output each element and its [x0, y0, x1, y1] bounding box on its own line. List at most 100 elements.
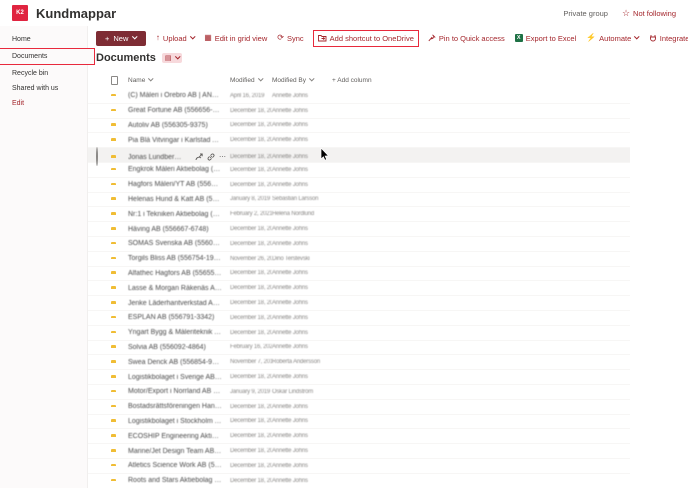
file-name-link[interactable]: Roots and Stars Aktiebolag (556938-9685) [128, 477, 230, 484]
table-row[interactable]: Bostadsrättsföreningen Hanefjorden (7696… [88, 400, 630, 415]
export-excel-button[interactable]: X Export to Excel [514, 34, 576, 43]
modified-cell: February 16, 2022 [230, 344, 272, 351]
file-name-link[interactable]: Solvia AB (556092-4864) [128, 344, 230, 351]
table-row[interactable]: Engkrok Måleri Aktiebolag (556727-4905) … [88, 163, 630, 178]
integrate-button[interactable]: Integrate [649, 34, 688, 43]
modified-by-cell: Annette Johns [272, 166, 308, 173]
table-row[interactable]: ECOSHIP Engineering Aktiebolag (556573-4… [88, 429, 630, 445]
table-row[interactable]: Lasse & Morgan Råkenäs AB (556712-6748) … [88, 281, 630, 297]
file-name-link[interactable]: SOMAS Svenska AB (556098-5782) [128, 240, 230, 247]
file-name-link[interactable]: ESPLAN AB (556791-3342) [128, 314, 230, 321]
table-row[interactable]: Häving AB (556667-6748) December 18, 201… [88, 222, 630, 237]
file-name-link[interactable]: Marine/Jet Design Team AB (556263-7288) [128, 448, 230, 455]
file-name-link[interactable]: Lasse & Morgan Råkenäs AB (556712-6748) [128, 285, 230, 292]
table-row[interactable]: Solvia AB (556092-4864) February 16, 202… [88, 341, 630, 356]
table-row[interactable]: ESPLAN AB (556791-3342) December 18, 201… [88, 311, 630, 326]
automate-button[interactable]: ⚡ Automate [586, 34, 640, 43]
add-column-button[interactable]: + Add column [332, 77, 630, 84]
privacy-label: Private group [563, 8, 608, 18]
file-name-link[interactable]: Jenke Läderhantverkstad AB (556735-9577) [128, 300, 230, 307]
library-selector-badge[interactable]: ▤ [161, 53, 183, 63]
table-row[interactable]: Jenke Läderhantverkstad AB (556735-9577)… [88, 296, 630, 311]
sidebar-item-shared-with-us[interactable]: Shared with us [0, 81, 87, 96]
table-row[interactable]: Autoliv AB (556305-9375) December 18, 20… [88, 119, 630, 134]
file-name-link[interactable]: Logistikbolaget i Stockholm AB (556212-7… [128, 418, 230, 425]
file-name-link[interactable]: Hagfors Måleri/YT AB (556171-4649) [128, 181, 230, 188]
table-row[interactable]: Alfathec Hagfors AB (556556-4462) Decemb… [88, 267, 630, 282]
table-row[interactable]: Roots and Stars Aktiebolag (556938-9685)… [88, 474, 630, 488]
modified-cell: December 18, 2017 [230, 433, 272, 440]
table-row[interactable]: Swea Denck AB (556854-9649) November 7, … [88, 355, 630, 371]
edit-grid-view-button[interactable]: ▦ Edit in grid view [204, 34, 267, 43]
modified-by-cell: Sebastian Larsson [272, 196, 319, 203]
site-logo[interactable]: K2 [12, 5, 28, 21]
file-name-link[interactable]: Motor/Export i Norrland AB (556524-6350) [128, 388, 230, 395]
follow-button[interactable]: ☆ Not following [622, 8, 676, 18]
column-header-modified-by[interactable]: Modified By [272, 76, 332, 84]
share-icon[interactable] [195, 153, 203, 161]
table-row[interactable]: Hagfors Måleri/YT AB (556171-4649) Decem… [88, 178, 630, 193]
file-name-link[interactable]: Swea Denck AB (556854-9649) [128, 359, 230, 366]
modified-by-cell: Oskar Lindström [272, 388, 314, 395]
table-row[interactable]: (C) Måleri i Örebro AB | ANGRIG (1) Apri… [88, 89, 630, 104]
table-row[interactable]: Helenas Hund & Katt AB (556646-2532) Jan… [88, 193, 630, 208]
new-button[interactable]: + New [96, 30, 146, 46]
modified-cell: December 18, 2017 [230, 314, 272, 321]
folder-shortcut-icon [317, 34, 327, 42]
modified-cell: January 8, 2019 [230, 196, 271, 203]
file-name-link[interactable]: Great Fortune AB (556656-3055) [128, 107, 230, 114]
pin-quick-access-button[interactable]: Pin to Quick access [428, 34, 505, 43]
modified-by-cell: Roberta Andersson [272, 359, 320, 366]
upload-button[interactable]: ↑ Upload [156, 34, 195, 43]
main-content: + New ↑ Upload ▦ Edit in grid view ⟳ Syn… [88, 26, 688, 488]
file-name-link[interactable]: (C) Måleri i Örebro AB | ANGRIG (1) [128, 92, 230, 99]
file-name-link[interactable]: Yngart Bygg & Måleriteknik AB (556726-64… [128, 329, 230, 336]
modified-cell: December 18, 2017 [230, 418, 272, 425]
file-name-link[interactable]: Alfathec Hagfors AB (556556-4462) [128, 270, 230, 277]
copy-link-icon[interactable] [207, 153, 215, 161]
file-name-link[interactable]: Pia Blå Vitvingar i Karlstad Aktiebolag … [128, 137, 230, 144]
more-actions-icon[interactable]: ⋯ [219, 154, 226, 161]
row-select-checkbox[interactable] [96, 147, 98, 167]
add-shortcut-onedrive-button[interactable]: Add shortcut to OneDrive [317, 34, 414, 43]
table-row[interactable]: SOMAS Svenska AB (556098-5782) December … [88, 237, 630, 252]
column-header-modified[interactable]: Modified [230, 76, 272, 84]
table-row[interactable]: Jonas Lundberg Teknologi Aktiebolag (556… [88, 147, 630, 167]
modified-cell: February 2, 2021 [230, 211, 272, 218]
sidebar-item-edit[interactable]: Edit [0, 96, 87, 111]
modified-cell: December 18, 2017 [230, 477, 272, 484]
table-row[interactable]: Atletics Science Work AB (556736-4228) D… [88, 459, 630, 474]
table-row[interactable]: Motor/Export i Norrland AB (556524-6350)… [88, 385, 630, 400]
table-row[interactable]: Logistikbolaget i Stockholm AB (556212-7… [88, 415, 630, 430]
file-name-link[interactable]: Engkrok Måleri Aktiebolag (556727-4905) [128, 166, 230, 173]
file-name-link[interactable]: Atletics Science Work AB (556736-4228) [128, 462, 230, 469]
sidebar-item-home[interactable]: Home [0, 32, 87, 47]
modified-cell: December 18, 2017 [230, 154, 272, 161]
file-name-link[interactable]: Jonas Lundberg Teknologi Aktiebolag (556… [128, 154, 191, 161]
table-row[interactable]: Nr:1 i Tekniken Aktiebolag (556744-5681)… [88, 207, 630, 223]
sync-button[interactable]: ⟳ Sync [277, 34, 303, 43]
file-name-link[interactable]: Logistikbolaget i Sverige AB (556578-527… [128, 374, 230, 381]
annotation-box-add-shortcut: Add shortcut to OneDrive [312, 29, 419, 47]
select-all-checkbox[interactable] [111, 75, 118, 85]
modified-by-cell: Annette Johns [272, 122, 308, 129]
file-name-link[interactable]: Autoliv AB (556305-9375) [128, 122, 230, 129]
table-row[interactable]: Logistikbolaget i Sverige AB (556578-527… [88, 370, 630, 385]
sidebar-item-recycle-bin[interactable]: Recycle bin [0, 66, 87, 81]
file-name-link[interactable]: ECOSHIP Engineering Aktiebolag (556573-4… [128, 433, 230, 440]
table-row[interactable]: Torgils Bliss AB (556754-1962) November … [88, 252, 630, 267]
table-row[interactable]: Great Fortune AB (556656-3055) December … [88, 104, 630, 119]
table-row[interactable]: Pia Blå Vitvingar i Karlstad Aktiebolag … [88, 133, 630, 149]
file-name-link[interactable]: Nr:1 i Tekniken Aktiebolag (556744-5681) [128, 211, 230, 218]
sidebar-item-documents[interactable]: Documents [0, 48, 95, 65]
table-row[interactable]: Yngart Bygg & Måleriteknik AB (556726-64… [88, 326, 630, 341]
file-name-link[interactable]: Bostadsrättsföreningen Hanefjorden (7696… [128, 403, 230, 410]
excel-icon: X [514, 34, 523, 42]
file-name-link[interactable]: Torgils Bliss AB (556754-1962) [128, 255, 230, 262]
modified-by-cell: Annette Johns [272, 300, 308, 307]
site-title[interactable]: Kundmappar [36, 6, 116, 21]
table-row[interactable]: Marine/Jet Design Team AB (556263-7288) … [88, 444, 630, 459]
column-header-name[interactable]: Name [128, 76, 230, 84]
file-name-link[interactable]: Häving AB (556667-6748) [128, 226, 230, 233]
file-name-link[interactable]: Helenas Hund & Katt AB (556646-2532) [128, 196, 230, 203]
